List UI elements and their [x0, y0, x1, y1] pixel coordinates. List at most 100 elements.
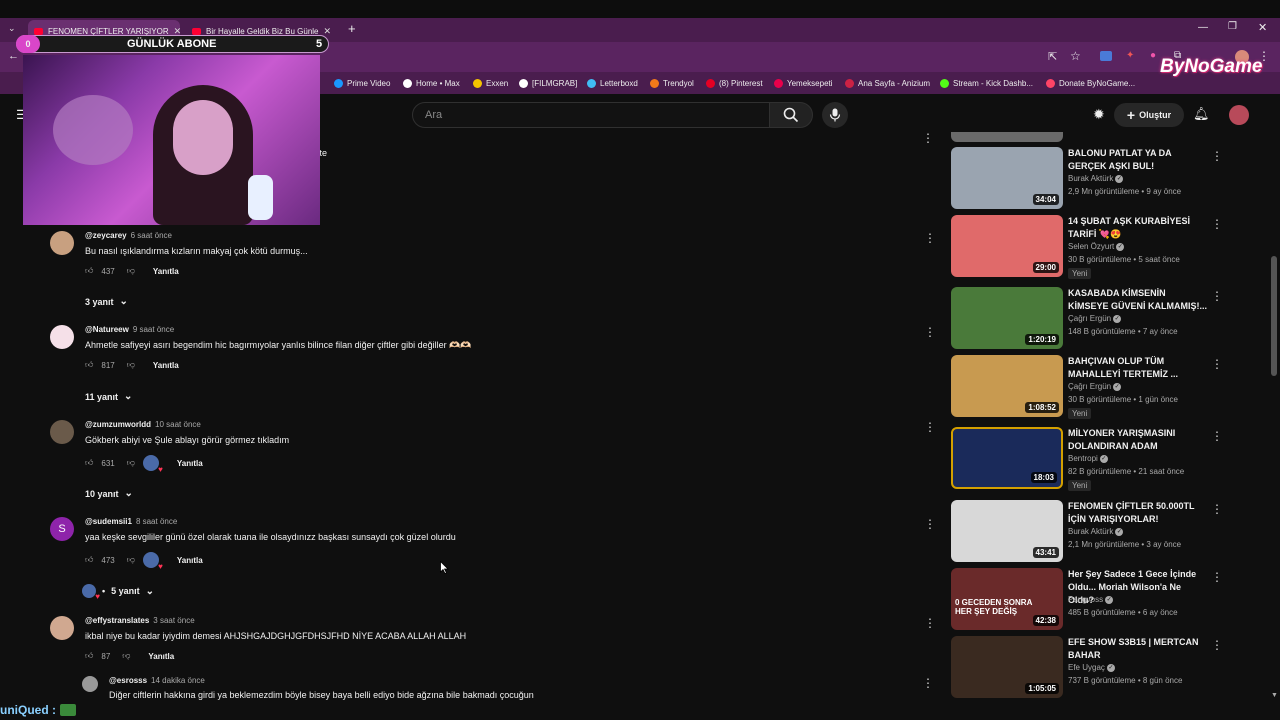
comment-author[interactable]: @zumzumworldd 10 saat önce — [85, 420, 201, 429]
more-options-icon[interactable]: ⋮ — [1211, 217, 1223, 231]
bookmark-item[interactable]: Letterboxd — [587, 78, 638, 88]
reply-button[interactable]: Yanıtla — [153, 267, 179, 276]
more-options-icon[interactable]: ⋮ — [1211, 502, 1223, 516]
related-video[interactable]: 34:04 BALONU PATLAT YA DA GERÇEK AŞKI BUL… — [951, 147, 1223, 209]
comment-author[interactable]: @effystranslates 3 saat önce — [85, 616, 195, 625]
dislike-icon[interactable]: 👎︎ — [122, 651, 130, 661]
extension-icon[interactable]: ● — [1150, 50, 1156, 61]
video-title[interactable]: FENOMEN ÇİFTLER 50.000TL İÇİN YARIŞIYORL… — [1068, 500, 1208, 526]
more-options-icon[interactable]: ⋮ — [924, 517, 936, 531]
related-video[interactable]: 1:20:19 KASABADA KİMSENİN KİMSEYE GÜVENİ … — [951, 287, 1223, 349]
dislike-icon[interactable]: 👎︎ — [127, 458, 135, 468]
more-options-icon[interactable]: ⋮ — [1211, 357, 1223, 371]
video-channel[interactable]: Çağrı Ergün ✓ — [1068, 382, 1122, 391]
close-window-icon[interactable]: ✕ — [1258, 21, 1267, 34]
bookmark-item[interactable]: (8) Pinterest — [706, 78, 763, 88]
comment-author[interactable]: @esrosss 14 dakika önce — [109, 676, 205, 685]
avatar[interactable] — [50, 231, 74, 255]
voice-search-button[interactable] — [822, 102, 848, 128]
avatar[interactable] — [50, 420, 74, 444]
new-tab-icon[interactable]: + — [348, 21, 356, 36]
install-icon[interactable]: ⇱ — [1048, 50, 1057, 63]
video-channel[interactable]: Pangvoss ✓ — [1068, 595, 1114, 604]
comment-author[interactable]: @sudemsii1 8 saat önce — [85, 517, 177, 526]
video-channel[interactable]: Efe Uygaç ✓ — [1068, 663, 1115, 672]
related-video[interactable]: 18:03 MİLYONER YARIŞMASINI DOLANDIRAN ADA… — [951, 427, 1223, 491]
extension-icon[interactable]: ✦ — [1126, 50, 1134, 61]
bookmark-item[interactable]: Prime Video — [334, 78, 390, 88]
video-title[interactable]: MİLYONER YARIŞMASINI DOLANDIRAN ADAM — [1068, 427, 1208, 453]
avatar[interactable] — [50, 616, 74, 640]
more-options-icon[interactable]: ⋮ — [1211, 570, 1223, 584]
show-replies-button[interactable]: 11 yanıt ⌄ — [85, 391, 132, 402]
bookmark-item[interactable]: Trendyol — [650, 78, 694, 88]
more-options-icon[interactable]: ⋮ — [1211, 289, 1223, 303]
search-button[interactable] — [769, 102, 813, 128]
avatar[interactable]: S — [50, 517, 74, 541]
video-thumbnail[interactable]: 1:05:05 — [951, 636, 1063, 698]
dislike-icon[interactable]: 👎︎ — [127, 555, 135, 565]
video-title[interactable]: EFE SHOW S3B15 | MERTCAN BAHAR — [1068, 636, 1208, 662]
related-video[interactable]: 1:05:05 EFE SHOW S3B15 | MERTCAN BAHAR Efe… — [951, 636, 1223, 698]
video-thumbnail[interactable]: 1:08:52 — [951, 355, 1063, 417]
dislike-icon[interactable]: 👎︎ — [127, 266, 135, 276]
reply-button[interactable]: Yanıtla — [177, 459, 203, 468]
create-button[interactable]: + Oluştur — [1114, 103, 1184, 127]
scroll-down-icon[interactable]: ▼ — [1271, 692, 1278, 699]
related-video[interactable]: 43:41 FENOMEN ÇİFTLER 50.000TL İÇİN YARIŞ… — [951, 500, 1223, 562]
like-icon[interactable]: 👍︎ — [85, 458, 93, 468]
related-video[interactable]: 0 GECEDEN SONRA HER ŞEY DEĞİŞ 42:38 Her Şe… — [951, 568, 1223, 630]
reply-button[interactable]: Yanıtla — [153, 361, 179, 370]
video-title[interactable]: BAHÇIVAN OLUP TÜM MAHALLEYİ TERTEMİZ ... — [1068, 355, 1208, 381]
bookmark-item[interactable]: Ana Sayfa - Anizium — [845, 78, 930, 88]
more-options-icon[interactable]: ⋮ — [924, 325, 936, 339]
like-icon[interactable]: 👍︎ — [85, 360, 93, 370]
tab-menu-icon[interactable]: ⌄ — [8, 23, 16, 34]
comment-author[interactable]: @Natureew 9 saat önce — [85, 325, 174, 334]
avatar[interactable] — [50, 325, 74, 349]
bookmark-item[interactable]: Exxen — [473, 78, 508, 88]
more-options-icon[interactable]: ⋮ — [1211, 149, 1223, 163]
show-replies-button[interactable]: 3 yanıt ⌄ — [85, 296, 128, 307]
show-replies-button[interactable]: • 5 yanıt ⌄ — [82, 584, 154, 601]
scrollbar-thumb[interactable] — [1271, 256, 1277, 376]
related-video[interactable]: 1:08:52 BAHÇIVAN OLUP TÜM MAHALLEYİ TERTE… — [951, 355, 1223, 419]
restore-icon[interactable]: ❐ — [1228, 21, 1237, 32]
extension-translate-icon[interactable] — [1100, 51, 1112, 61]
like-icon[interactable]: 👍︎ — [85, 266, 93, 276]
video-channel[interactable]: Çağrı Ergün ✓ — [1068, 314, 1122, 323]
video-title[interactable]: KASABADA KİMSENİN KİMSEYE GÜVENİ KALMAMI… — [1068, 287, 1208, 313]
reply-button[interactable]: Yanıtla — [177, 556, 203, 565]
video-channel[interactable]: Selen Özyurt ✓ — [1068, 242, 1125, 251]
minimize-icon[interactable]: — — [1198, 22, 1208, 33]
more-options-icon[interactable]: ⋮ — [1211, 429, 1223, 443]
bookmark-item[interactable]: Home • Max — [403, 78, 460, 88]
like-icon[interactable]: 👍︎ — [85, 651, 93, 661]
video-channel[interactable]: Burak Aktürk ✓ — [1068, 174, 1124, 183]
show-replies-button[interactable]: 10 yanıt ⌄ — [85, 488, 133, 499]
video-thumbnail[interactable]: 43:41 — [951, 500, 1063, 562]
like-icon[interactable]: 👍︎ — [85, 555, 93, 565]
more-options-icon[interactable]: ⋮ — [924, 616, 936, 630]
video-thumbnail[interactable]: 34:04 — [951, 147, 1063, 209]
more-options-icon[interactable]: ⋮ — [924, 231, 936, 245]
search-input[interactable]: Ara — [412, 102, 770, 128]
account-avatar[interactable] — [1229, 105, 1249, 125]
comment-author[interactable]: @zeycarey 6 saat önce — [85, 231, 172, 240]
related-video[interactable]: 29:00 14 ŞUBAT AŞK KURABİYESİ TARİFİ 💘😍 Se… — [951, 215, 1223, 279]
star-icon[interactable]: ☆ — [1070, 49, 1081, 63]
video-thumbnail[interactable]: 0 GECEDEN SONRA HER ŞEY DEĞİŞ 42:38 — [951, 568, 1063, 630]
bookmark-item[interactable]: [FILMGRAB] — [519, 78, 577, 88]
close-icon[interactable]: ✕ — [324, 26, 332, 37]
video-thumbnail[interactable]: 29:00 — [951, 215, 1063, 277]
video-channel[interactable]: Bentropi ✓ — [1068, 454, 1108, 463]
video-channel[interactable]: Burak Aktürk ✓ — [1068, 527, 1124, 536]
video-thumbnail[interactable]: 18:03 — [951, 427, 1063, 489]
more-options-icon[interactable]: ⋮ — [922, 131, 934, 145]
bookmark-item[interactable]: Donate ByNoGame... — [1046, 78, 1135, 88]
bookmark-item[interactable]: Yemeksepeti — [774, 78, 833, 88]
video-title[interactable]: 14 ŞUBAT AŞK KURABİYESİ TARİFİ 💘😍 — [1068, 215, 1208, 241]
bookmark-item[interactable]: Stream - Kick Dashb... — [940, 78, 1033, 88]
studio-icon[interactable]: ✹ — [1093, 106, 1105, 123]
video-title[interactable]: BALONU PATLAT YA DA GERÇEK AŞKI BUL! — [1068, 147, 1208, 173]
